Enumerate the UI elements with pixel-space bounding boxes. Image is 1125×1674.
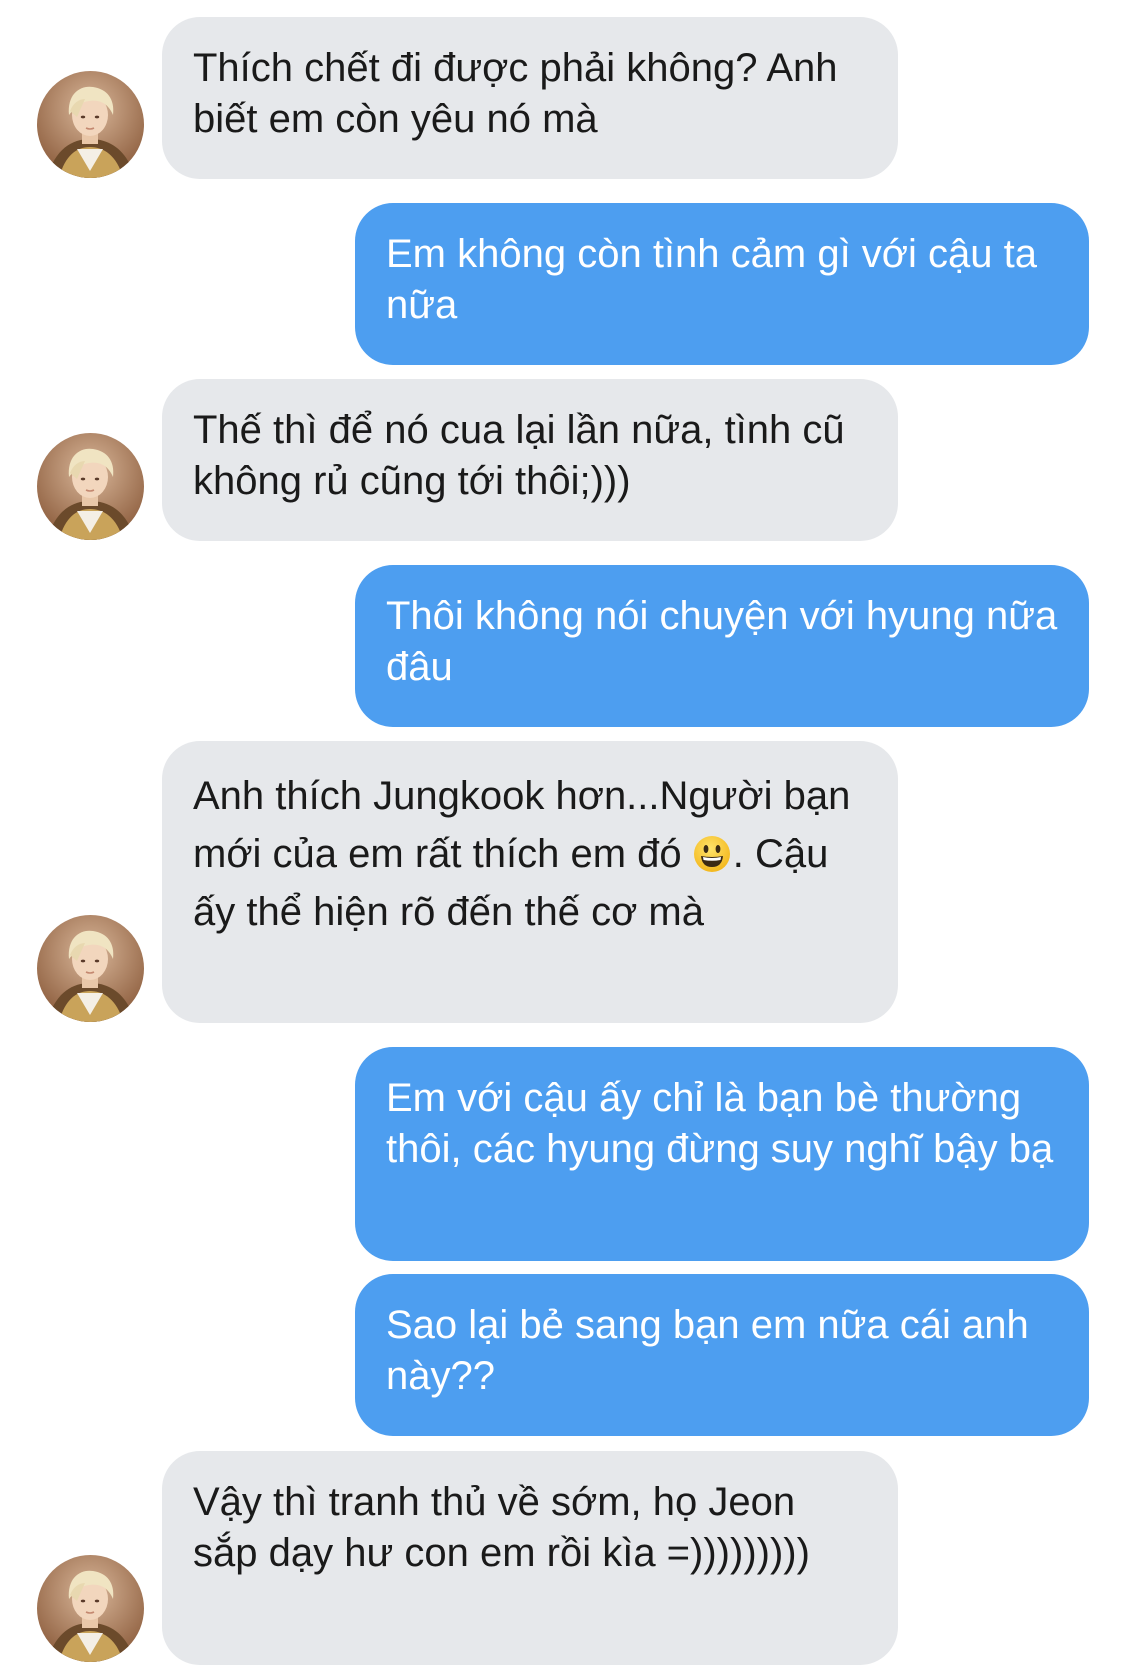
contact-avatar[interactable] — [37, 433, 144, 540]
message-bubble-incoming[interactable]: Vậy thì tranh thủ về sớm, họ Jeon sắp dạ… — [162, 1451, 898, 1665]
contact-avatar[interactable] — [37, 1555, 144, 1662]
message-bubble-outgoing[interactable]: Em với cậu ấy chỉ là bạn bè thường thôi,… — [355, 1047, 1089, 1261]
grinning-face-emoji-icon — [693, 835, 731, 873]
avatar-image — [37, 433, 144, 540]
message-bubble-incoming[interactable]: Thích chết đi được phải không? Anh biết … — [162, 17, 898, 179]
message-bubble-outgoing[interactable]: Em không còn tình cảm gì với cậu ta nữa — [355, 203, 1089, 365]
message-bubble-incoming[interactable]: Thế thì để nó cua lại lần nữa, tình cũ k… — [162, 379, 898, 541]
avatar-image — [37, 915, 144, 1022]
contact-avatar[interactable] — [37, 915, 144, 1022]
contact-avatar[interactable] — [37, 71, 144, 178]
message-bubble-incoming[interactable]: Anh thích Jungkook hơn...Người bạn mới c… — [162, 741, 898, 1023]
avatar-image — [37, 71, 144, 178]
message-bubble-outgoing[interactable]: Thôi không nói chuyện với hyung nữa đâu — [355, 565, 1089, 727]
message-bubble-outgoing[interactable]: Sao lại bẻ sang bạn em nữa cái anh này?? — [355, 1274, 1089, 1436]
avatar-image — [37, 1555, 144, 1662]
